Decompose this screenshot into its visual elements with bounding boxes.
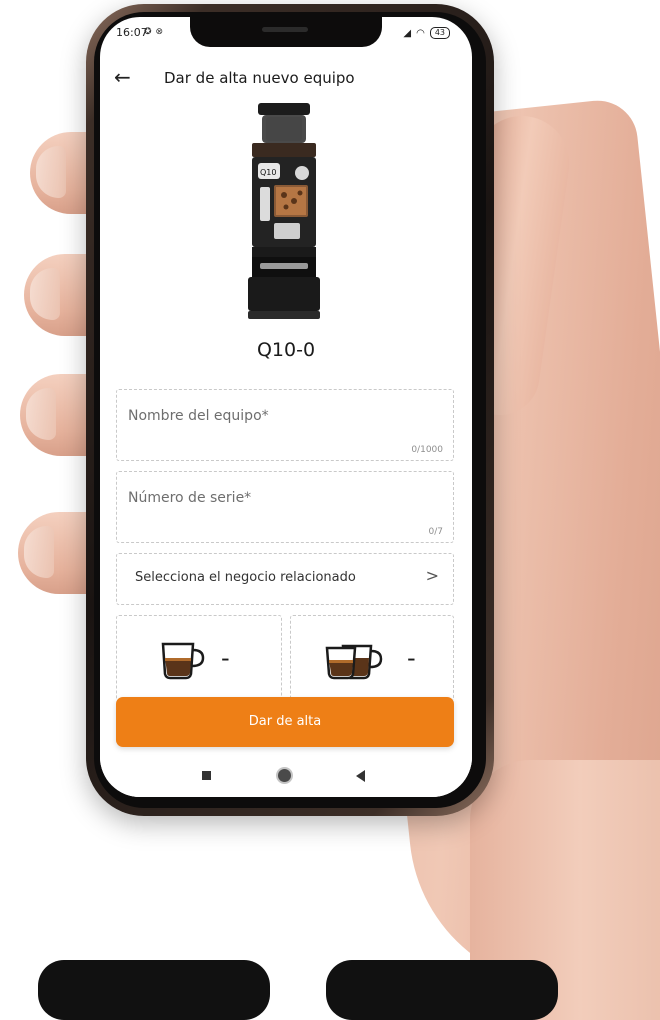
svg-text:Q10: Q10	[260, 168, 276, 177]
sync-icon: ⊗	[155, 27, 164, 37]
phone-screen: 16:07 ✪ ⊗ ◢ ◠ 43 ← Dar de alta nuevo equ…	[100, 17, 472, 797]
check-circle-icon: ✪	[144, 27, 152, 37]
double-coffee-cup-icon	[325, 644, 383, 680]
business-select[interactable]: Selecciona el negocio relacionado >	[116, 553, 454, 605]
android-nav-bar	[100, 757, 472, 797]
single-cup-value: -	[221, 644, 230, 672]
equipment-name-placeholder: Nombre del equipo*	[128, 408, 269, 424]
serial-number-placeholder: Número de serie*	[128, 490, 252, 506]
status-time: 16:07	[116, 26, 148, 39]
notch	[190, 17, 382, 47]
single-coffee-cup-icon	[161, 642, 205, 680]
app-bar: ← Dar de alta nuevo equipo	[100, 57, 472, 97]
business-select-label: Selecciona el negocio relacionado	[135, 570, 356, 585]
equipment-name-field[interactable]: Nombre del equipo* 0/1000	[116, 389, 454, 461]
battery-icon: 43	[429, 27, 450, 39]
serial-number-counter: 0/7	[428, 527, 443, 537]
equipment-name-counter: 0/1000	[411, 445, 443, 455]
submit-button[interactable]: Dar de alta	[116, 697, 454, 747]
bottom-pill-left	[38, 960, 270, 1020]
page-title: Dar de alta nuevo equipo	[164, 69, 355, 87]
bottom-pill-right	[326, 960, 558, 1020]
chevron-right-icon: >	[425, 566, 439, 585]
double-cup-card[interactable]: -	[290, 615, 454, 701]
recent-apps-icon[interactable]	[202, 771, 211, 780]
nav-back-icon[interactable]	[356, 770, 365, 782]
single-cup-card[interactable]: -	[116, 615, 282, 701]
back-arrow-icon[interactable]: ←	[114, 65, 131, 89]
serial-number-field[interactable]: Número de serie* 0/7	[116, 471, 454, 543]
home-icon[interactable]	[278, 769, 291, 782]
model-name: Q10-0	[256, 339, 316, 361]
signal-icon: ◢	[403, 27, 412, 39]
wifi-icon: ◠	[416, 27, 425, 39]
grinder-image: Q10	[238, 101, 330, 323]
double-cup-value: -	[407, 644, 416, 672]
